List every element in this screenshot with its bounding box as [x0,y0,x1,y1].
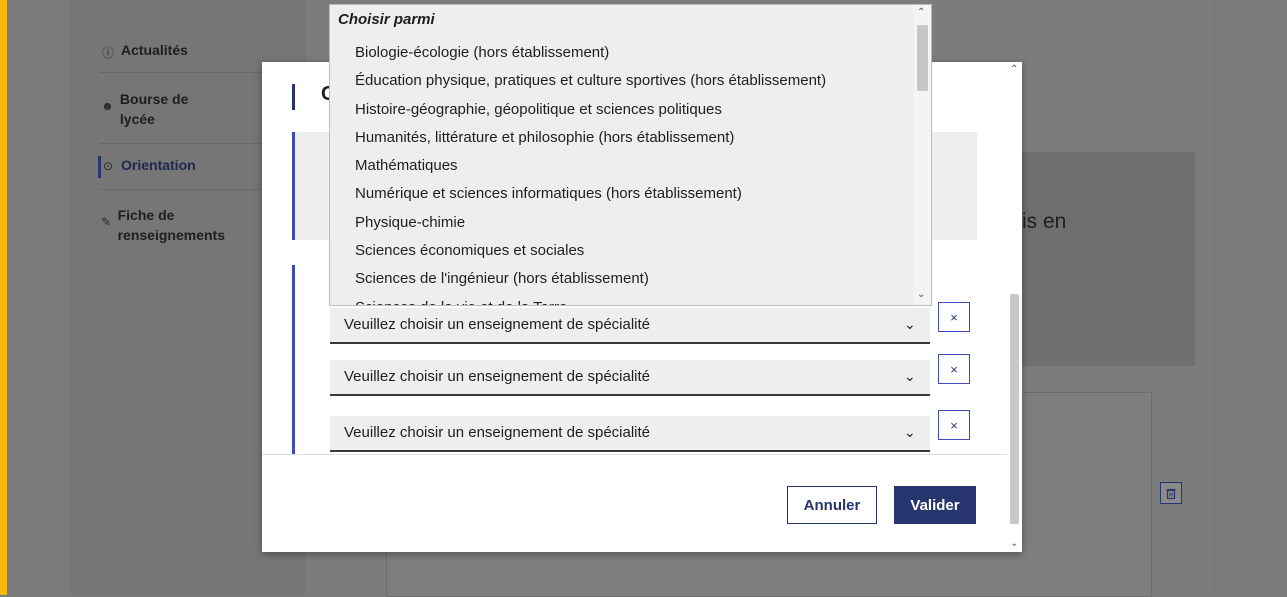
option-nsi[interactable]: Numérique et sciences informatiques (hor… [355,180,826,208]
speciality-select[interactable]: Veuillez choisir un enseignement de spéc… [330,308,930,344]
sidebar-item-actualites[interactable]: ⓘ Actualités [100,42,188,61]
select-placeholder: Veuillez choisir un enseignement de spéc… [344,368,651,385]
select-placeholder: Veuillez choisir un enseignement de spéc… [344,316,651,333]
speciality-select-row: Veuillez choisir un enseignement de spéc… [330,354,970,396]
sidebar-item-label: Orientation [121,157,196,173]
sidebar-item-bourse[interactable]: ☻ Bourse de lycée [100,89,220,129]
option-biologie[interactable]: Biologie-écologie (hors établissement) [355,39,826,67]
listbox-header: Choisir parmi [338,11,435,28]
listbox-scrollbar-thumb[interactable] [917,25,928,91]
speciality-listbox[interactable]: Choisir parmi Biologie-écologie (hors ét… [329,4,932,306]
remove-button[interactable]: × [938,354,970,384]
modal-scrollbar-thumb[interactable] [1010,294,1019,524]
info-circle-icon: ⓘ [101,46,114,60]
chevron-down-icon: ⌄ [904,368,916,384]
people-icon: ☻ [101,99,114,113]
scroll-up-icon[interactable]: ⌃ [917,7,925,18]
option-svt[interactable]: Sciences de la vie et de la Terre [355,294,826,305]
option-si[interactable]: Sciences de l'ingénieur (hors établissem… [355,265,826,293]
chevron-down-icon: ⌄ [904,424,916,440]
compass-icon: ⊙ [102,159,114,173]
trash-icon [1166,488,1176,499]
delete-button[interactable] [1160,482,1182,504]
option-maths[interactable]: Mathématiques [355,152,826,180]
remove-button[interactable]: × [938,302,970,332]
sidebar-item-label: Fiche de renseignements [117,207,225,243]
option-hlp[interactable]: Humanités, littérature et philosophie (h… [355,124,826,152]
chevron-down-icon: ⌄ [904,316,916,332]
speciality-select-row: Veuillez choisir un enseignement de spéc… [330,410,970,452]
left-accent-bar [0,0,7,595]
speciality-select[interactable]: Veuillez choisir un enseignement de spéc… [330,360,930,396]
speciality-select-row: Veuillez choisir un enseignement de spéc… [330,302,970,344]
option-physique-chimie[interactable]: Physique-chimie [355,209,826,237]
cancel-button[interactable]: Annuler [787,486,877,524]
sidebar-item-label: Actualités [121,42,188,58]
scroll-down-icon[interactable]: ⌄ [917,289,925,300]
section-accent [292,265,295,455]
modal-title-accent [292,84,295,110]
option-list: Biologie-écologie (hors établissement) É… [355,39,826,305]
option-hggsp[interactable]: Histoire-géographie, géopolitique et sci… [355,96,826,124]
option-eps[interactable]: Éducation physique, pratiques et culture… [355,67,826,95]
sidebar-item-orientation[interactable]: ⊙ Orientation [98,156,196,178]
select-placeholder: Veuillez choisir un enseignement de spéc… [344,424,651,441]
scroll-down-icon[interactable]: ⌄ [1010,538,1018,549]
edit-icon: ✎ [101,215,112,229]
speciality-select[interactable]: Veuillez choisir un enseignement de spéc… [330,416,930,452]
footer-divider [262,454,1007,455]
option-ses[interactable]: Sciences économiques et sociales [355,237,826,265]
remove-button[interactable]: × [938,410,970,440]
info-card-text: is en [1022,210,1067,233]
scroll-up-icon[interactable]: ⌃ [1010,64,1018,75]
validate-button[interactable]: Valider [894,486,976,524]
sidebar-item-fiche[interactable]: ✎ Fiche de renseignements [100,205,250,245]
sidebar-item-label: Bourse de lycée [119,91,189,127]
